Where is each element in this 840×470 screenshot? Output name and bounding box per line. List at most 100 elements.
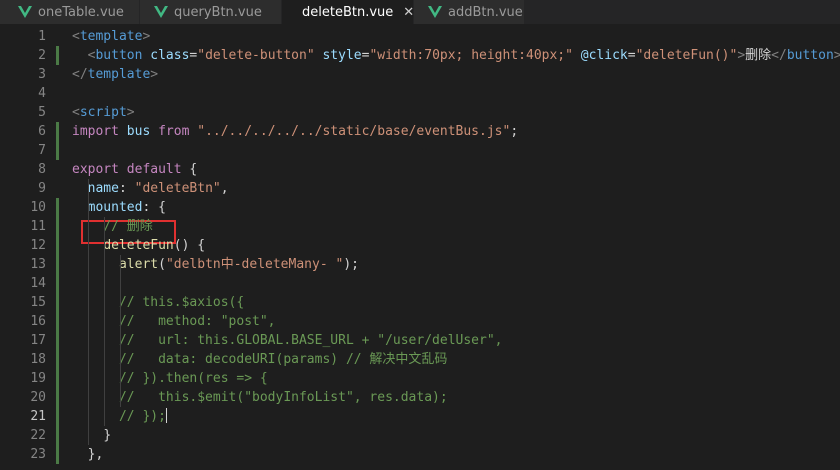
code-line[interactable]: 22 } — [0, 426, 840, 445]
tab-addbtn-vue[interactable]: addBtn.vue — [414, 0, 525, 24]
git-change-marker — [56, 369, 59, 388]
git-change-marker — [56, 274, 59, 293]
code-token: template — [79, 29, 143, 44]
code-token: "width:70px; height:40px;" — [369, 48, 573, 63]
code-token: "delbtn中-deleteMany- " — [165, 257, 344, 272]
code-line[interactable]: 14 — [0, 274, 840, 293]
code-text: <template> — [72, 27, 150, 46]
code-token: { — [181, 162, 198, 177]
code-line[interactable]: 23 }, — [0, 445, 840, 464]
line-number: 18 — [30, 352, 46, 367]
indent-guide — [88, 179, 89, 445]
line-number: 7 — [38, 143, 46, 158]
line-number: 5 — [38, 105, 46, 120]
code-line[interactable]: 10 mounted: { — [0, 198, 840, 217]
code-line[interactable]: 20 // this.$emit("bodyInfoList", res.dat… — [0, 388, 840, 407]
code-token: "../../../../../static/base/eventBus.js" — [197, 124, 511, 139]
tab-label: oneTable.vue — [38, 4, 124, 20]
code-line[interactable]: 15 // this.$axios({ — [0, 293, 840, 312]
line-number: 8 — [38, 162, 46, 177]
line-number: 19 — [30, 371, 46, 386]
code-token: > — [150, 67, 159, 82]
code-line[interactable]: 19 // }).then(res => { — [0, 369, 840, 388]
code-token: </ — [72, 67, 88, 82]
git-change-marker — [56, 122, 59, 141]
code-token: script — [79, 105, 127, 120]
code-line[interactable]: 12 deleteFun() { — [0, 236, 840, 255]
code-text: // }); — [72, 407, 167, 426]
code-text: // 删除 — [72, 217, 152, 236]
code-editor[interactable]: 1 <template> 2 <button class="delete-butto… — [0, 24, 840, 470]
code-line[interactable]: 7 — [0, 141, 840, 160]
code-token: default — [126, 162, 182, 177]
code-line[interactable]: 2 <button class="delete-button" style="w… — [0, 46, 840, 65]
code-token: }, — [87, 447, 104, 462]
code-token: // method: "post", — [118, 314, 276, 329]
git-change-marker — [56, 255, 59, 274]
code-line[interactable]: 16 // method: "post", — [0, 312, 840, 331]
code-token: template — [87, 67, 151, 82]
code-token: button — [786, 48, 834, 63]
git-change-marker — [56, 293, 59, 312]
code-text: <button class="delete-button" style="wid… — [72, 46, 840, 65]
tab-onetable-vue[interactable]: oneTable.vue — [0, 0, 140, 24]
code-token: mounted — [87, 200, 143, 215]
tab-deletebtn-vue[interactable]: deleteBtn.vue ✕ — [282, 0, 414, 24]
line-number: 1 — [38, 29, 46, 44]
vue-file-icon — [154, 6, 168, 18]
code-text: deleteFun() { — [72, 236, 205, 255]
code-line[interactable]: 9 name: "deleteBtn", — [0, 179, 840, 198]
indent-guide — [120, 255, 121, 407]
git-change-marker — [56, 426, 59, 445]
code-token: : { — [142, 200, 166, 215]
line-number: 16 — [30, 314, 46, 329]
code-text: } — [72, 426, 111, 445]
code-line[interactable]: 1 <template> — [0, 27, 840, 46]
code-line[interactable]: 3 </template> — [0, 65, 840, 84]
code-token: style — [322, 48, 362, 63]
code-text: // url: this.GLOBAL.BASE_URL + "/user/de… — [72, 331, 503, 350]
line-number: 4 — [38, 86, 46, 101]
code-token: : — [118, 181, 135, 196]
code-line[interactable]: 21 // }); — [0, 407, 840, 426]
git-change-marker — [56, 141, 59, 160]
line-number: 21 — [30, 409, 46, 424]
code-line[interactable]: 6 import bus from "../../../../../static/… — [0, 122, 840, 141]
code-line[interactable]: 18 // data: decodeURI(params) // 解决中文乱码 — [0, 350, 840, 369]
git-change-marker — [56, 46, 59, 65]
code-line[interactable]: 4 — [0, 84, 840, 103]
tab-querybtn-vue[interactable]: queryBtn.vue — [140, 0, 282, 24]
code-token: > — [142, 29, 151, 44]
vue-file-icon — [428, 6, 442, 18]
code-token: "delete-button" — [197, 48, 315, 63]
code-text: <script> — [72, 103, 135, 122]
vue-file-icon — [18, 6, 32, 18]
code-line[interactable]: 5 <script> — [0, 103, 840, 122]
code-line[interactable]: 17 // url: this.GLOBAL.BASE_URL + "/user… — [0, 331, 840, 350]
code-token: ( — [158, 257, 166, 272]
code-line[interactable]: 13 alert("delbtn中-deleteMany- "); — [0, 255, 840, 274]
code-text: // }).then(res => { — [72, 369, 268, 388]
code-line[interactable]: 8 export default { — [0, 160, 840, 179]
line-number: 2 — [38, 48, 46, 63]
code-text: }, — [72, 445, 104, 464]
close-tab-icon[interactable]: ✕ — [403, 5, 414, 20]
code-token: < — [72, 105, 80, 120]
code-token: // }).then(res => { — [118, 371, 268, 386]
editor-tab-bar: oneTable.vue queryBtn.vue deleteBtn.vue ✕ ad… — [0, 0, 840, 24]
code-line[interactable]: 11 // 删除 — [0, 217, 840, 236]
line-number: 6 — [38, 124, 46, 139]
code-token: // url: this.GLOBAL.BASE_URL + "/user/de… — [118, 333, 503, 348]
tab-label: deleteBtn.vue — [302, 4, 394, 20]
line-number: 22 — [30, 428, 46, 443]
